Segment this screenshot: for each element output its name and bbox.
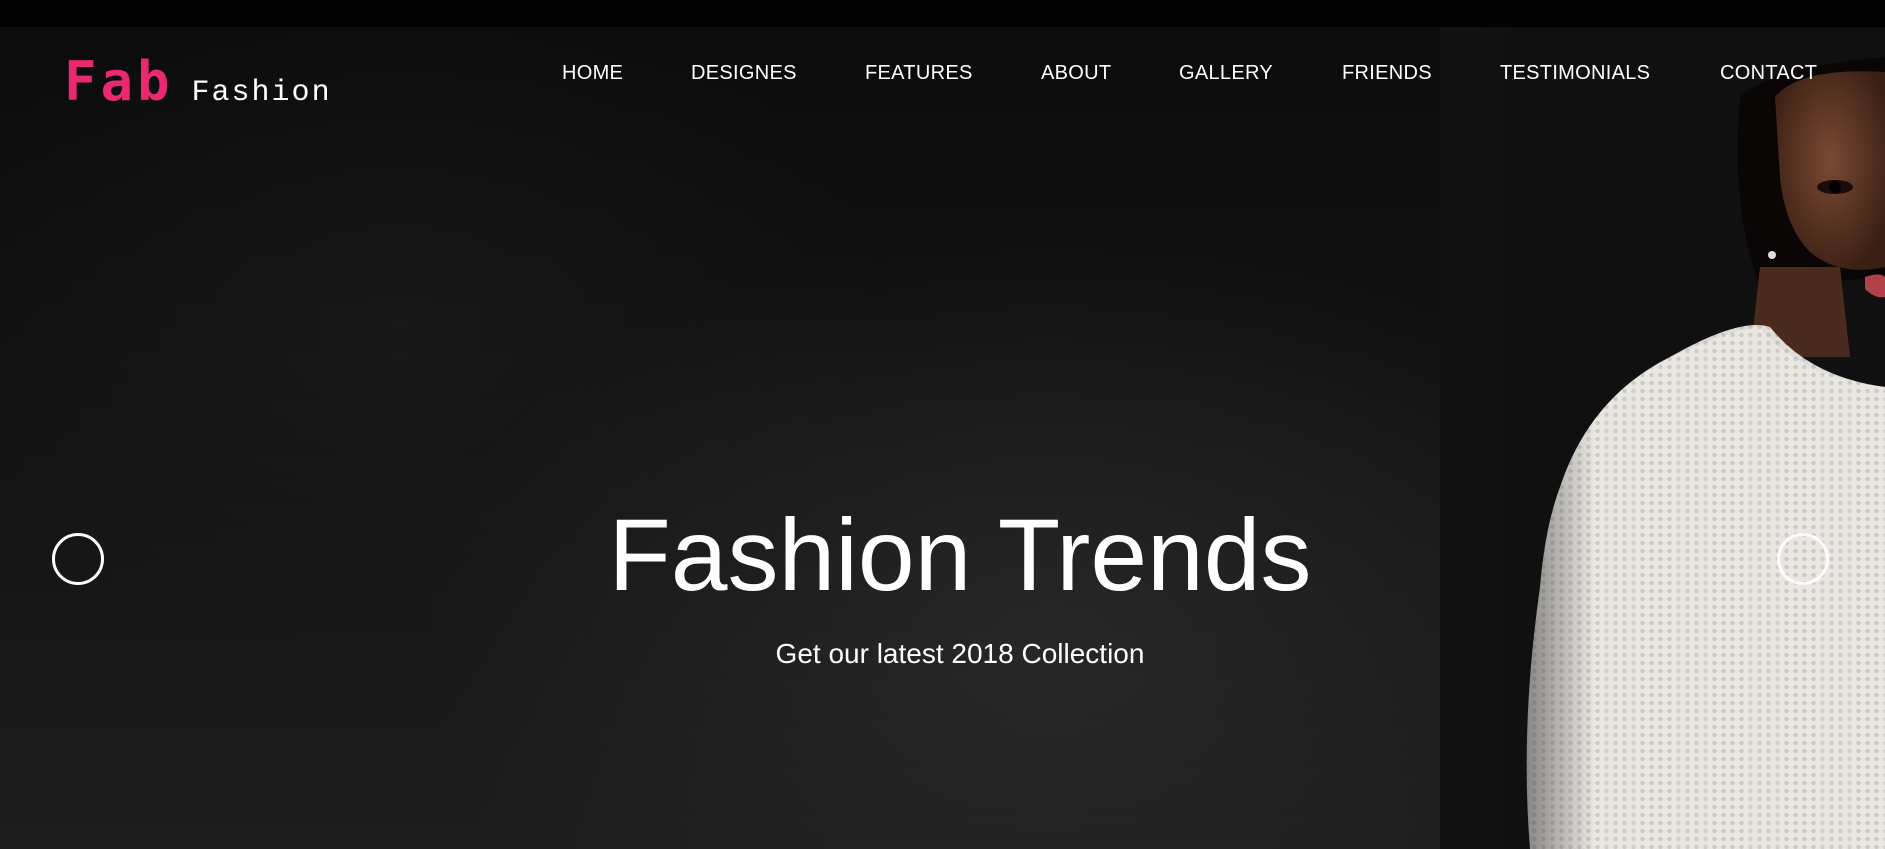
nav-item-contact[interactable]: CONTACT	[1720, 62, 1817, 85]
nav-item-about[interactable]: ABOUT	[1041, 62, 1111, 85]
nav-item-home[interactable]: HOME	[562, 62, 623, 85]
model-photo	[1440, 27, 1885, 849]
page: Fashion Trends Get our latest 2018 Colle…	[0, 0, 1885, 849]
hero-section: Fashion Trends Get our latest 2018 Colle…	[0, 27, 1885, 849]
nav-item-gallery[interactable]: GALLERY	[1179, 62, 1273, 85]
nav-item-friends[interactable]: FRIENDS	[1342, 62, 1432, 85]
site-logo[interactable]: Fab Fashion	[64, 50, 332, 113]
logo-fashion-text: Fashion	[191, 76, 332, 110]
hero-subtitle: Get our latest 2018 Collection	[775, 638, 1145, 669]
top-strip	[0, 0, 1885, 27]
nav-item-features[interactable]: FEATURES	[865, 62, 973, 85]
slider-next-circle-icon[interactable]	[1777, 533, 1829, 585]
hero-title: Fashion Trends	[608, 498, 1312, 612]
slider-prev-circle-icon[interactable]	[52, 533, 104, 585]
nav-item-testimonials[interactable]: TESTIMONIALS	[1500, 62, 1650, 85]
logo-fab-text: Fab	[64, 50, 174, 113]
nav-item-designes[interactable]: DESIGNES	[691, 62, 797, 85]
